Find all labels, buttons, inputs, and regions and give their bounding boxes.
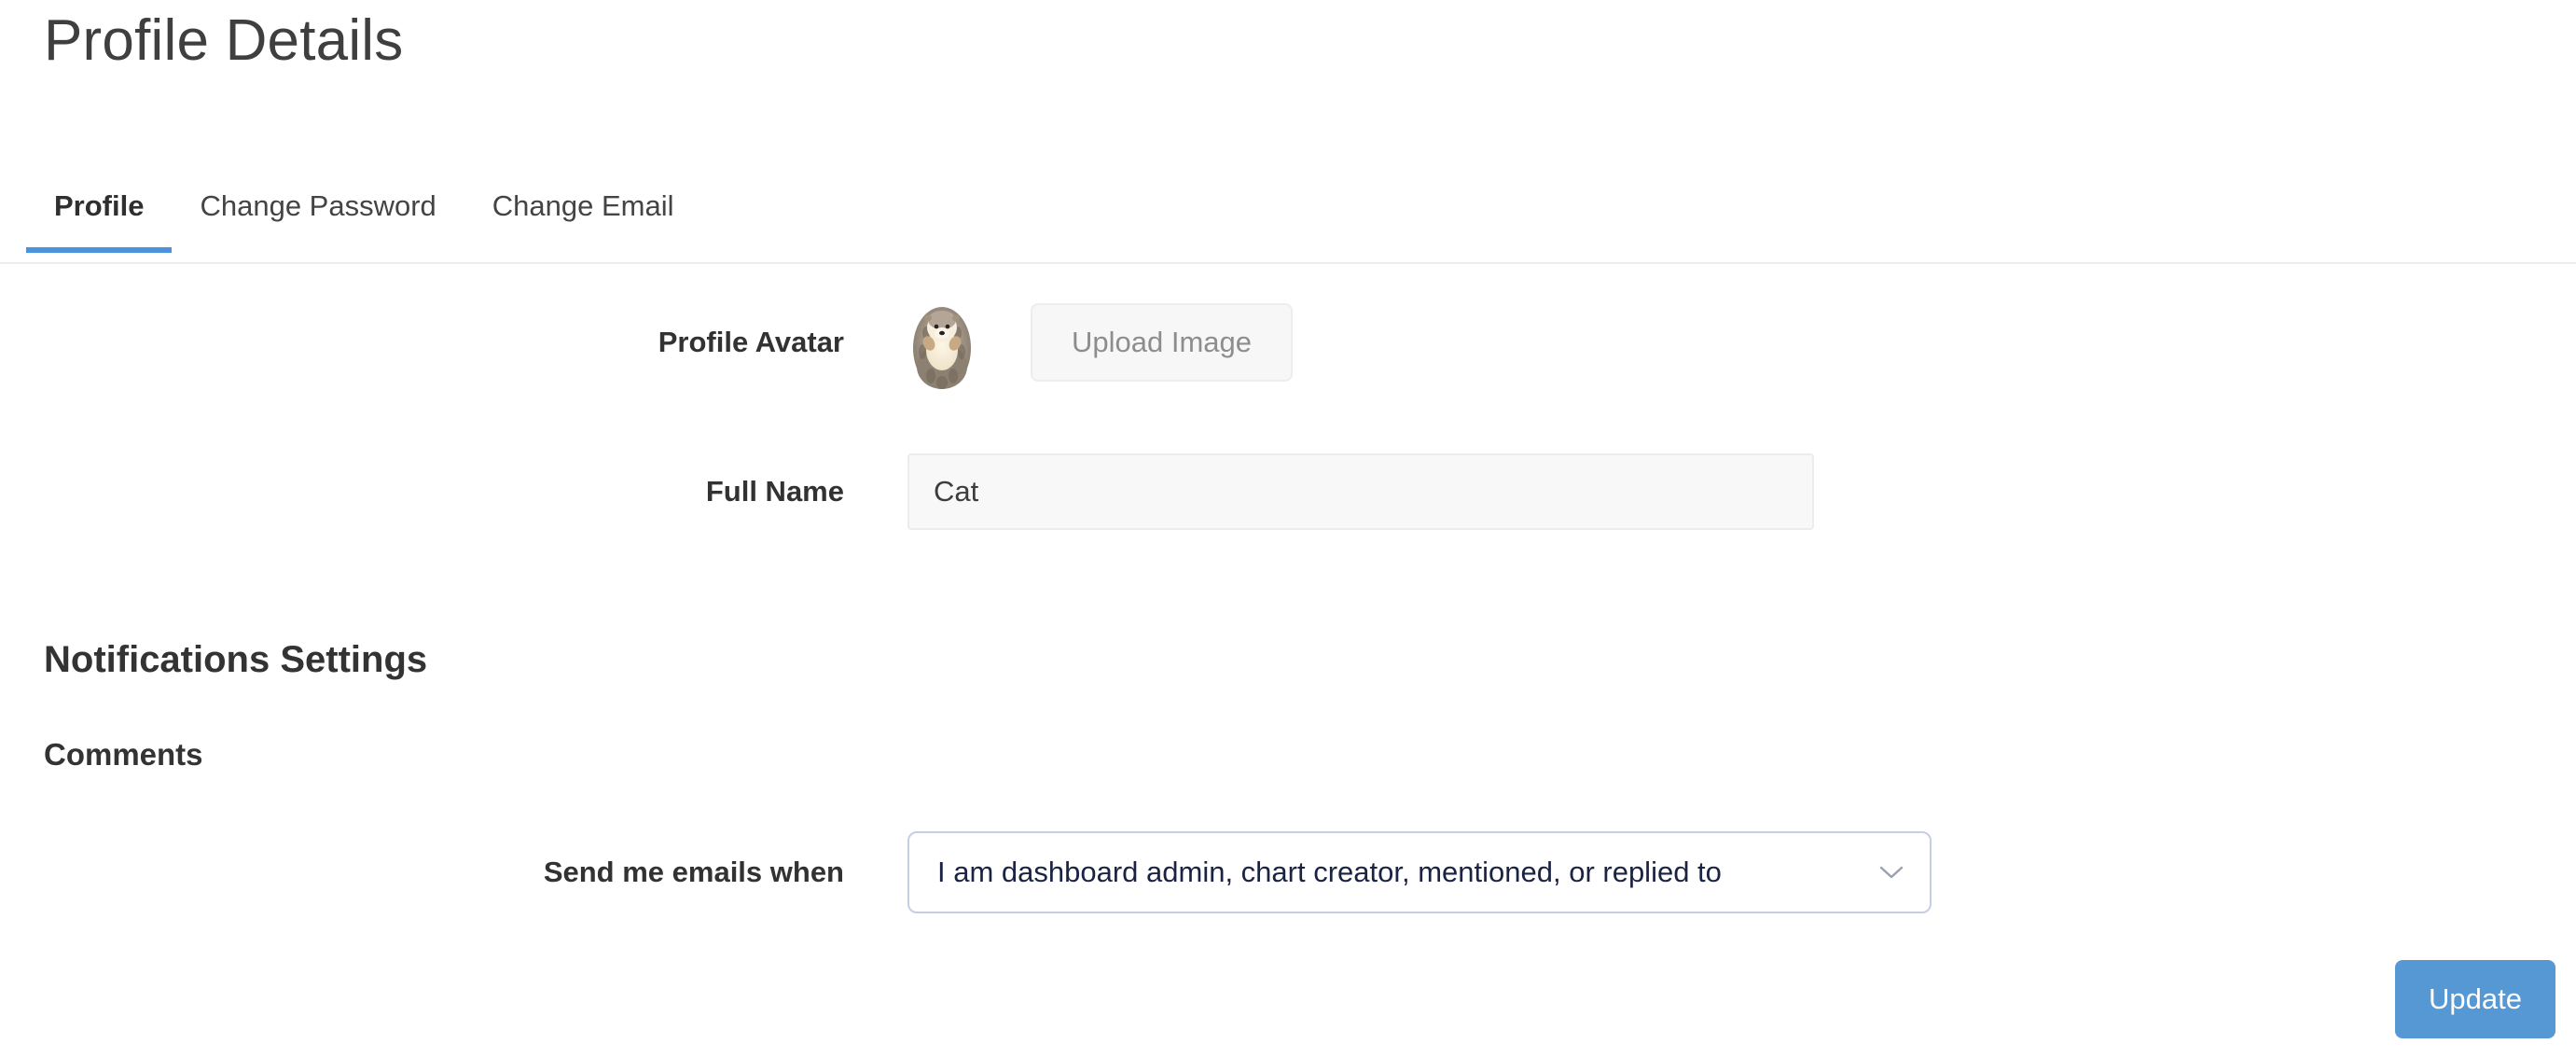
full-name-input[interactable] xyxy=(907,453,1814,530)
tab-change-email[interactable]: Change Email xyxy=(464,173,702,251)
chevron-down-icon xyxy=(1877,863,1905,882)
send-emails-select[interactable]: I am dashboard admin, chart creator, men… xyxy=(907,831,1932,913)
tab-profile[interactable]: Profile xyxy=(26,173,173,253)
full-name-control xyxy=(844,453,1814,530)
profile-form: Profile Avatar Upload Image Full Name Ca… xyxy=(0,264,2576,563)
avatar xyxy=(907,294,976,391)
comments-heading: Comments xyxy=(44,737,203,772)
upload-image-label: Upload Image xyxy=(1072,326,1253,358)
full-name-label: Full Name xyxy=(705,475,844,508)
form-row-avatar: Profile Avatar Upload Image xyxy=(0,264,2576,421)
tab-change-password-label: Change Password xyxy=(200,189,436,222)
form-row-send-emails: Send me emails when I am dashboard admin… xyxy=(0,826,2576,919)
tab-bar: Profile Change Password Change Email xyxy=(0,173,2576,264)
send-me-emails-label: Send me emails when xyxy=(543,856,844,888)
update-button[interactable]: Update xyxy=(2395,960,2555,1038)
upload-image-button[interactable]: Upload Image xyxy=(1031,303,1294,382)
send-emails-selected-value: I am dashboard admin, chart creator, men… xyxy=(937,856,1722,888)
page-title: Profile Details xyxy=(44,8,404,73)
tab-profile-label: Profile xyxy=(54,189,145,222)
form-row-full-name: Full Name xyxy=(0,421,2576,563)
profile-avatar-control: Upload Image xyxy=(844,294,1294,391)
notifications-settings-heading: Notifications Settings xyxy=(44,639,428,680)
send-emails-control: I am dashboard admin, chart creator, men… xyxy=(844,831,1932,913)
tab-change-password[interactable]: Change Password xyxy=(172,173,464,251)
profile-avatar-label: Profile Avatar xyxy=(658,326,844,358)
tab-change-email-label: Change Email xyxy=(492,189,674,222)
